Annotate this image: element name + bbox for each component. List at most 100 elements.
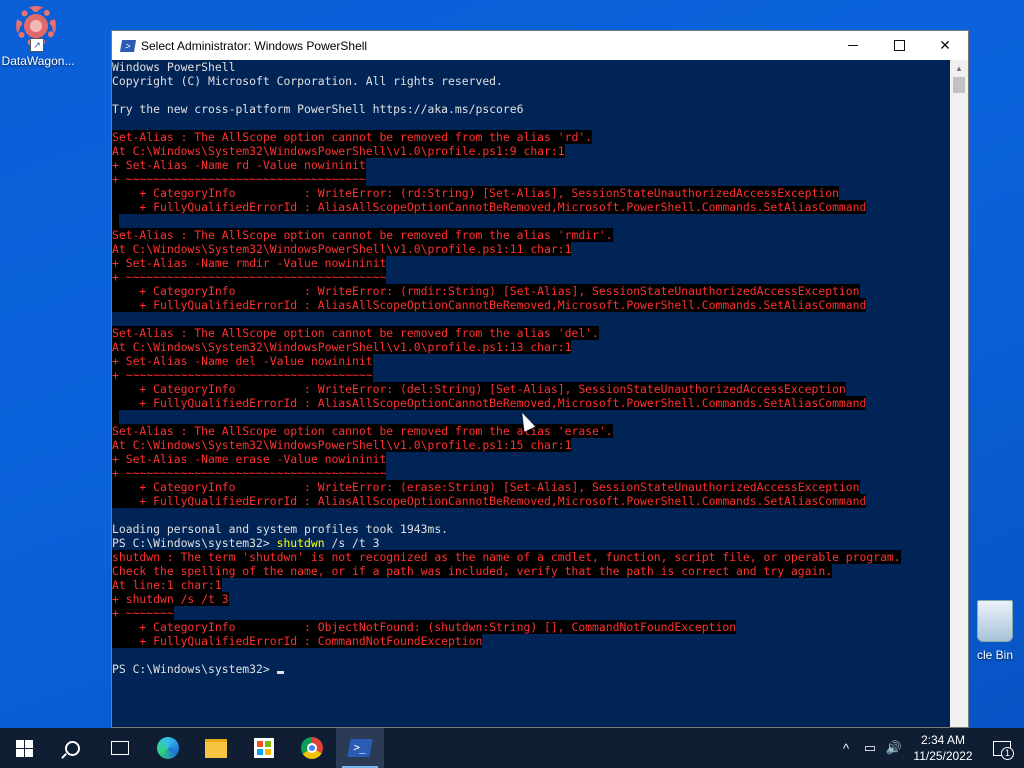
maximize-icon bbox=[893, 40, 905, 51]
console-line: + CategoryInfo : WriteError: (rmdir:Stri… bbox=[112, 284, 950, 298]
console-line: + ~~~~~~~~~~~~~~~~~~~~~~~~~~~~~~~~~~~~~~ bbox=[112, 270, 950, 284]
console-line: + FullyQualifiedErrorId : CommandNotFoun… bbox=[112, 634, 950, 648]
text-cursor bbox=[276, 671, 284, 674]
store-icon bbox=[254, 738, 274, 758]
scroll-up-icon[interactable]: ▲ bbox=[950, 60, 968, 77]
recycle-bin-icon bbox=[973, 600, 1017, 644]
powershell-button[interactable]: >_ bbox=[336, 728, 384, 768]
clock[interactable]: 2:34 AM 11/25/2022 bbox=[906, 732, 980, 764]
console-line-text: Check the spelling of the name, or if a … bbox=[112, 564, 833, 578]
console-line: + CategoryInfo : ObjectNotFound: (shutdw… bbox=[112, 620, 950, 634]
console-line: At C:\Windows\System32\WindowsPowerShell… bbox=[112, 438, 950, 452]
console-line: + ~~~~~~~~~~~~~~~~~~~~~~~~~~~~~~~~~~~ bbox=[112, 172, 950, 186]
close-icon: ✕ bbox=[939, 37, 951, 53]
console-line-text: At C:\Windows\System32\WindowsPowerShell… bbox=[112, 242, 572, 256]
file-explorer-button[interactable] bbox=[192, 728, 240, 768]
console-line-text: + FullyQualifiedErrorId : AliasAllScopeO… bbox=[112, 298, 867, 312]
network-icon[interactable]: ▭ bbox=[858, 740, 882, 756]
console-line-text: + FullyQualifiedErrorId : AliasAllScopeO… bbox=[112, 494, 867, 508]
console-line: Windows PowerShell bbox=[112, 60, 950, 74]
console-line-text: + CategoryInfo : WriteError: (rmdir:Stri… bbox=[112, 284, 860, 298]
chrome-icon bbox=[301, 737, 323, 759]
console-line: Set-Alias : The AllScope option cannot b… bbox=[112, 130, 950, 144]
console-line: + Set-Alias -Name rd -Value nowininit bbox=[112, 158, 950, 172]
notification-count: 1 bbox=[1001, 747, 1014, 760]
console-line-text bbox=[112, 410, 119, 424]
folder-icon bbox=[205, 738, 227, 758]
console-line: PS C:\Windows\system32> bbox=[112, 662, 950, 676]
console-line-text: Set-Alias : The AllScope option cannot b… bbox=[112, 130, 593, 144]
clock-time: 2:34 AM bbox=[920, 733, 966, 747]
console-line: + CategoryInfo : WriteError: (rd:String)… bbox=[112, 186, 950, 200]
console-line: + FullyQualifiedErrorId : AliasAllScopeO… bbox=[112, 298, 950, 312]
powershell-icon: >_ bbox=[347, 739, 373, 757]
console-line-text: shutdwn : The term 'shutdwn' is not reco… bbox=[112, 550, 901, 564]
console-line: + CategoryInfo : WriteError: (del:String… bbox=[112, 382, 950, 396]
console-line: Set-Alias : The AllScope option cannot b… bbox=[112, 228, 950, 242]
edge-button[interactable] bbox=[144, 728, 192, 768]
start-button[interactable] bbox=[0, 728, 48, 768]
console-line-text: + CategoryInfo : WriteError: (rd:String)… bbox=[112, 186, 839, 200]
powershell-window[interactable]: > Select Administrator: Windows PowerShe… bbox=[111, 30, 969, 728]
console-line: At line:1 char:1 bbox=[112, 578, 950, 592]
desktop-icon-label: DataWagon... bbox=[1, 54, 75, 68]
console-line: At C:\Windows\System32\WindowsPowerShell… bbox=[112, 242, 950, 256]
console-output[interactable]: Windows PowerShell Copyright (C) Microsof… bbox=[112, 60, 950, 727]
console-line: + FullyQualifiedErrorId : AliasAllScopeO… bbox=[112, 200, 950, 214]
console-line: Try the new cross-platform PowerShell ht… bbox=[112, 102, 950, 116]
console-line: Copyright (C) Microsoft Corporation. All… bbox=[112, 74, 950, 88]
minimize-button[interactable] bbox=[830, 31, 876, 60]
close-button[interactable]: ✕ bbox=[922, 31, 968, 60]
console-line-text: + FullyQualifiedErrorId : AliasAllScopeO… bbox=[112, 200, 867, 214]
console-line: At C:\Windows\System32\WindowsPowerShell… bbox=[112, 340, 950, 354]
minimize-icon bbox=[848, 45, 858, 46]
console-line-text: At C:\Windows\System32\WindowsPowerShell… bbox=[112, 340, 572, 354]
console-line: PS C:\Windows\system32> shutdwn /s /t 3 bbox=[112, 536, 950, 550]
console-line: Check the spelling of the name, or if a … bbox=[112, 564, 950, 578]
windows-logo-icon bbox=[15, 739, 33, 757]
console-line-text: Copyright (C) Microsoft Corporation. All… bbox=[112, 74, 503, 88]
console-line-text: Set-Alias : The AllScope option cannot b… bbox=[112, 326, 599, 340]
chrome-button[interactable] bbox=[288, 728, 336, 768]
task-view-icon bbox=[111, 741, 129, 755]
title-bar[interactable]: > Select Administrator: Windows PowerShe… bbox=[112, 31, 968, 60]
console-line bbox=[112, 214, 950, 228]
taskbar: >_ ^ ▭ 🔊 2:34 AM 11/25/2022 1 bbox=[0, 728, 1024, 768]
task-view-button[interactable] bbox=[96, 728, 144, 768]
edge-icon bbox=[157, 737, 179, 759]
volume-icon[interactable]: 🔊 bbox=[882, 740, 906, 756]
console-line-text: + CategoryInfo : WriteError: (erase:Stri… bbox=[112, 480, 860, 494]
console-line: + FullyQualifiedErrorId : AliasAllScopeO… bbox=[112, 494, 950, 508]
window-title: Select Administrator: Windows PowerShell bbox=[141, 38, 368, 53]
desktop-icon-label: cle Bin bbox=[976, 648, 1014, 662]
console-line: + ~~~~~~~~~~~~~~~~~~~~~~~~~~~~~~~~~~~~ bbox=[112, 368, 950, 382]
desktop-icon-recycle-bin[interactable]: cle Bin bbox=[960, 600, 1024, 662]
prompt-text: PS C:\Windows\system32> bbox=[112, 662, 277, 676]
search-button[interactable] bbox=[48, 728, 96, 768]
console-line-text: + FullyQualifiedErrorId : CommandNotFoun… bbox=[112, 634, 483, 648]
console-line-text: + FullyQualifiedErrorId : AliasAllScopeO… bbox=[112, 396, 867, 410]
gear-icon: ↗ bbox=[16, 6, 60, 52]
command-name: shutdwn bbox=[276, 536, 325, 550]
console-line: Loading personal and system profiles too… bbox=[112, 522, 950, 536]
console-line-text: + ~~~~~~~~~~~~~~~~~~~~~~~~~~~~~~~~~~~~~~ bbox=[112, 270, 387, 284]
maximize-button[interactable] bbox=[876, 31, 922, 60]
command-args: /s /t 3 bbox=[324, 536, 380, 550]
console-line-text: At line:1 char:1 bbox=[112, 578, 222, 592]
console-line-text: Loading personal and system profiles too… bbox=[112, 522, 449, 536]
scrollbar-thumb[interactable] bbox=[953, 77, 965, 93]
vertical-scrollbar[interactable]: ▲ bbox=[950, 60, 968, 727]
store-button[interactable] bbox=[240, 728, 288, 768]
console-line-text: + CategoryInfo : WriteError: (del:String… bbox=[112, 382, 846, 396]
notification-center-button[interactable]: 1 bbox=[980, 728, 1024, 768]
desktop-icon-datawagon[interactable]: ↗ DataWagon... bbox=[0, 6, 76, 68]
console-line-text: Try the new cross-platform PowerShell ht… bbox=[112, 102, 524, 116]
search-icon bbox=[64, 740, 80, 756]
chevron-up-icon[interactable]: ^ bbox=[834, 741, 858, 756]
console-line-text: + Set-Alias -Name rmdir -Value nowininit bbox=[112, 256, 387, 270]
console-line-text: + shutdwn /s /t 3 bbox=[112, 592, 229, 606]
console-line: + Set-Alias -Name del -Value nowininit bbox=[112, 354, 950, 368]
